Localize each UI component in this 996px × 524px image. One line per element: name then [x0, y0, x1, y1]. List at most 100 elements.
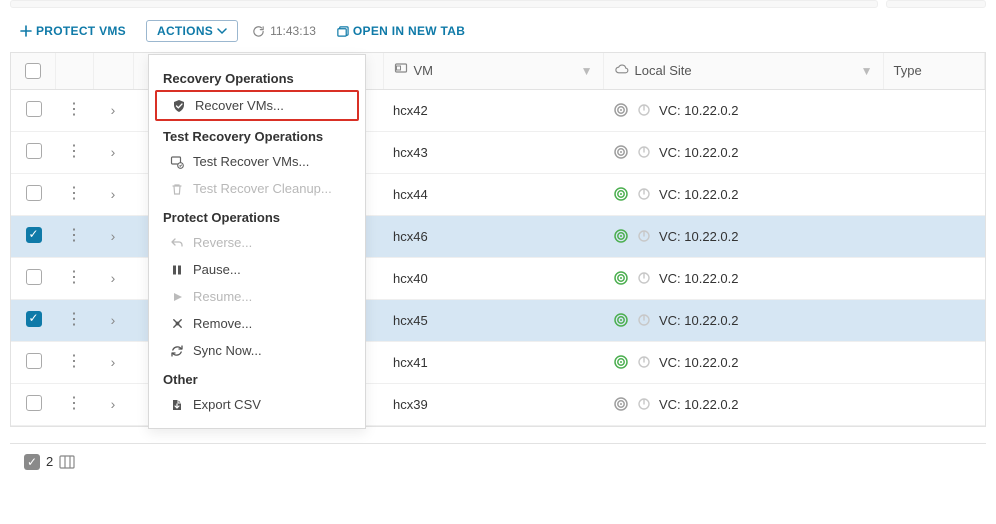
plus-icon — [20, 25, 32, 37]
row-checkbox[interactable] — [26, 143, 42, 159]
header-type[interactable]: Type — [883, 53, 985, 89]
protect-vms-label: PROTECT VMS — [36, 24, 126, 38]
header-vm[interactable]: VM ▼ — [383, 53, 603, 89]
menu-item: Reverse... — [149, 229, 365, 256]
selection-indicator-icon[interactable]: ✓ — [24, 454, 40, 470]
site-label: VC: 10.22.0.2 — [659, 103, 739, 118]
site-label: VC: 10.22.0.2 — [659, 271, 739, 286]
menu-item[interactable]: Recover VMs... — [171, 96, 349, 115]
type-cell — [883, 215, 985, 257]
status-ring-icon — [613, 186, 629, 202]
menu-item: Test Recover Cleanup... — [149, 175, 365, 202]
toolbar: PROTECT VMS ACTIONS 11:43:13 OPEN IN NEW… — [0, 10, 996, 48]
menu-item-label: Sync Now... — [193, 343, 262, 358]
menu-item[interactable]: Pause... — [149, 256, 365, 283]
type-cell — [883, 173, 985, 215]
remove-icon — [169, 317, 185, 330]
expand-icon[interactable]: › — [111, 144, 116, 160]
header-actions-cell — [55, 53, 93, 89]
menu-section-title: Protect Operations — [149, 202, 365, 229]
row-actions-icon[interactable]: ⋮ — [66, 353, 82, 370]
open-in-new-tab-button[interactable]: OPEN IN NEW TAB — [330, 20, 471, 42]
refresh-icon — [252, 25, 265, 38]
site-label: VC: 10.22.0.2 — [659, 313, 739, 328]
power-icon — [637, 271, 651, 285]
top-panels — [0, 0, 996, 10]
type-cell — [883, 383, 985, 425]
status-ring-icon — [613, 144, 629, 160]
header-checkbox-cell — [11, 53, 55, 89]
row-actions-icon[interactable]: ⋮ — [66, 395, 82, 412]
selected-count: 2 — [46, 454, 53, 469]
status-ring-icon — [613, 312, 629, 328]
status-ring-icon — [613, 102, 629, 118]
power-icon — [637, 145, 651, 159]
menu-item[interactable]: Export CSV — [149, 391, 365, 418]
menu-item-label: Pause... — [193, 262, 241, 277]
row-actions-icon[interactable]: ⋮ — [66, 269, 82, 286]
expand-icon[interactable]: › — [111, 396, 116, 412]
menu-item-label: Reverse... — [193, 235, 252, 250]
vm-name: hcx43 — [393, 145, 428, 160]
menu-item[interactable]: Remove... — [149, 310, 365, 337]
row-checkbox[interactable] — [26, 185, 42, 201]
row-actions-icon[interactable]: ⋮ — [66, 227, 82, 244]
protect-vms-button[interactable]: PROTECT VMS — [14, 20, 132, 42]
row-actions-icon[interactable]: ⋮ — [66, 101, 82, 118]
menu-item-label: Resume... — [193, 289, 252, 304]
refresh-time[interactable]: 11:43:13 — [252, 24, 316, 38]
row-checkbox[interactable] — [26, 353, 42, 369]
expand-icon[interactable]: › — [111, 312, 116, 328]
site-label: VC: 10.22.0.2 — [659, 187, 739, 202]
menu-item[interactable]: Test Recover VMs... — [149, 148, 365, 175]
pause-icon — [169, 264, 185, 276]
header-site-label: Local Site — [635, 63, 692, 78]
row-checkbox[interactable] — [26, 311, 42, 327]
menu-item[interactable]: Sync Now... — [149, 337, 365, 364]
expand-icon[interactable]: › — [111, 354, 116, 370]
expand-icon[interactable]: › — [111, 102, 116, 118]
time-label: 11:43:13 — [270, 24, 316, 38]
type-cell — [883, 257, 985, 299]
header-type-label: Type — [894, 63, 922, 78]
chevron-down-icon — [217, 26, 227, 36]
expand-icon[interactable]: › — [111, 186, 116, 202]
type-cell — [883, 341, 985, 383]
vm-name: hcx40 — [393, 271, 428, 286]
vm-name: hcx44 — [393, 187, 428, 202]
resume-icon — [169, 291, 185, 303]
trash-icon — [169, 182, 185, 196]
vm-col-icon — [394, 62, 408, 79]
site-label: VC: 10.22.0.2 — [659, 145, 739, 160]
header-local-site[interactable]: Local Site ▼ — [603, 53, 883, 89]
actions-button[interactable]: ACTIONS — [146, 20, 238, 42]
expand-icon[interactable]: › — [111, 228, 116, 244]
menu-item-label: Test Recover Cleanup... — [193, 181, 332, 196]
row-actions-icon[interactable]: ⋮ — [66, 185, 82, 202]
expand-icon[interactable]: › — [111, 270, 116, 286]
menu-item-label: Test Recover VMs... — [193, 154, 309, 169]
row-checkbox[interactable] — [26, 269, 42, 285]
menu-section-title: Test Recovery Operations — [149, 121, 365, 148]
new-tab-icon — [336, 25, 349, 38]
row-checkbox[interactable] — [26, 395, 42, 411]
vm-name: hcx39 — [393, 397, 428, 412]
columns-icon[interactable] — [59, 455, 75, 469]
vm-name: hcx45 — [393, 313, 428, 328]
highlighted-menu-item: Recover VMs... — [155, 90, 359, 121]
row-actions-icon[interactable]: ⋮ — [66, 311, 82, 328]
row-checkbox[interactable] — [26, 101, 42, 117]
status-ring-icon — [613, 270, 629, 286]
vm-name: hcx42 — [393, 103, 428, 118]
row-actions-icon[interactable]: ⋮ — [66, 143, 82, 160]
power-icon — [637, 187, 651, 201]
menu-item-label: Remove... — [193, 316, 252, 331]
status-ring-icon — [613, 354, 629, 370]
cloud-icon — [614, 62, 629, 79]
filter-icon[interactable]: ▼ — [581, 64, 593, 78]
filter-icon[interactable]: ▼ — [861, 64, 873, 78]
actions-label: ACTIONS — [157, 24, 213, 38]
type-cell — [883, 89, 985, 131]
select-all-checkbox[interactable] — [25, 63, 41, 79]
row-checkbox[interactable] — [26, 227, 42, 243]
